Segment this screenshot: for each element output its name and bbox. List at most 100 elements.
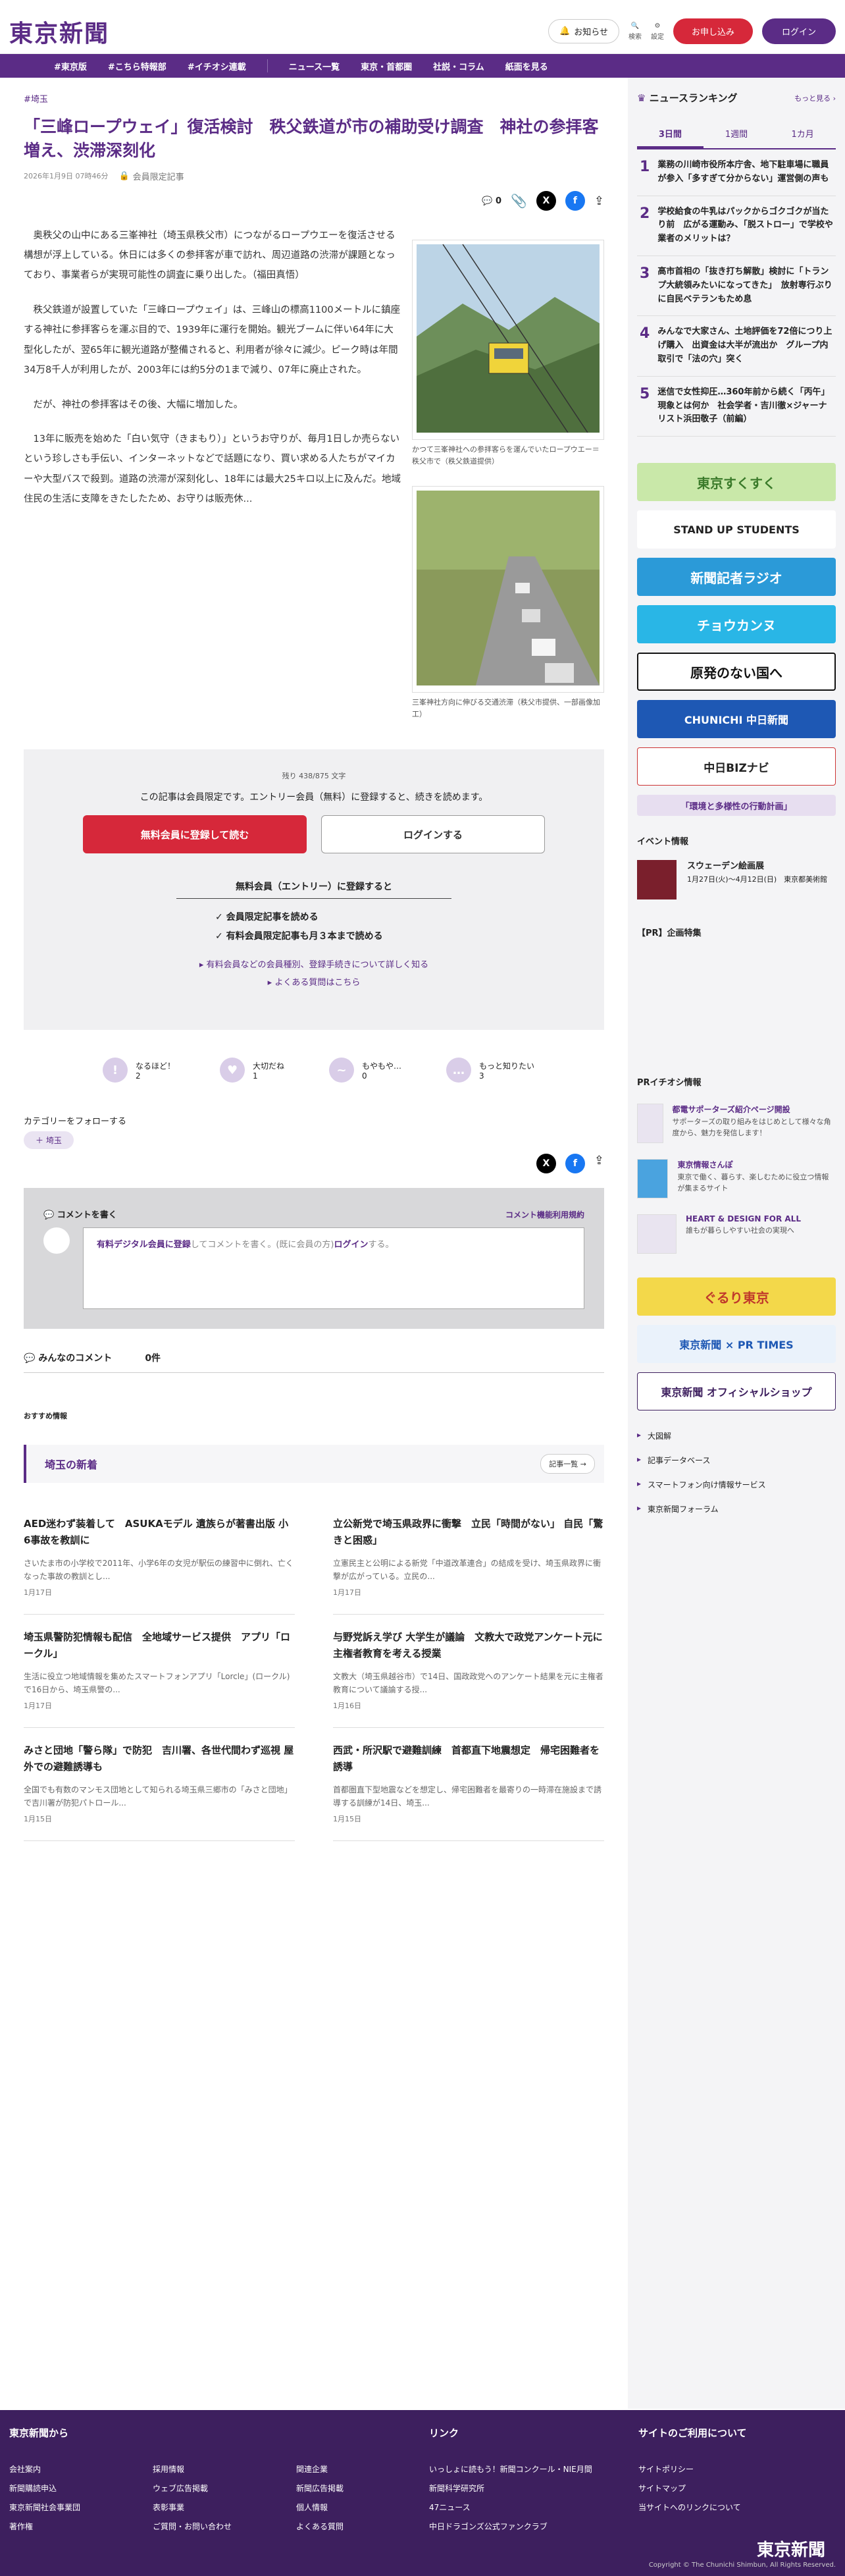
x-share-icon[interactable]: X — [536, 191, 556, 211]
settings-button[interactable]: ⚙ 設定 — [651, 22, 664, 41]
footer-link[interactable]: いっしょに読もう！新聞コンクール・NIE月間 — [429, 2463, 592, 2475]
news-item[interactable]: 立公新党で埼玉県政界に衝撃 立民「時間がない」 自民「驚きと困惑」 立憲民主と公明… — [333, 1501, 604, 1615]
news-item[interactable]: みさと団地「警ら隊」で防犯 吉川署、各世代間わず巡視 屋外での避難誘導も 全国でも… — [24, 1728, 295, 1841]
side-link-daizukai[interactable]: 大図解 — [637, 1424, 836, 1448]
apply-button[interactable]: お申し込み — [673, 18, 753, 44]
share-toolbar: 💬 0 📎 X f ⇪ — [482, 191, 604, 211]
comment-terms-link[interactable]: コメント機能利用規約 — [505, 1209, 584, 1220]
news-item[interactable]: 埼玉県警防犯情報も配信 全地域サービス提供 アプリ「ロークル」 生活に役立つ地域情… — [24, 1615, 295, 1728]
pr-item[interactable]: HEART & DESIGN FOR ALL 誰もが暮らしやすい社会の実現へ — [637, 1214, 836, 1254]
banner-gururi[interactable]: ぐるり東京 — [637, 1277, 836, 1316]
banner-stand-up[interactable]: STAND UP STUDENTS — [637, 510, 836, 549]
footer-link[interactable]: 採用情報 — [153, 2463, 288, 2475]
news-item[interactable]: 西武・所沢駅で避難訓練 首都直下地震想定 帰宅困難者を誘導 首都圏直下型地震などを… — [333, 1728, 604, 1841]
banner-chunichi[interactable]: CHUNICHI 中日新聞 — [637, 700, 836, 739]
x-share-icon[interactable]: X — [536, 1154, 556, 1173]
footer-link[interactable]: ウェブ広告掲載 — [153, 2482, 288, 2494]
tab-3days[interactable]: 3日間 — [637, 121, 704, 148]
nav-metro[interactable]: 東京・首都圏 — [361, 60, 412, 72]
side-link-database[interactable]: 記事データベース — [637, 1448, 836, 1472]
reaction-motto[interactable]: … もっと知りたい 3 — [446, 1058, 534, 1083]
site-logo[interactable]: 東京新聞 — [9, 14, 109, 49]
reaction-naruhodo[interactable]: ! なるほど！ 2 — [103, 1058, 175, 1083]
traffic-photo[interactable] — [412, 486, 604, 693]
footer-link[interactable]: 個人情報 — [296, 2502, 432, 2513]
footer-link[interactable]: 東京新聞社会事業団 — [9, 2502, 145, 2513]
news-item[interactable]: 与野党訴え学び 大学生が議論 文教大で政党アンケート元に主権者教育を考える授業文… — [333, 1615, 604, 1728]
facebook-share-icon[interactable]: f — [565, 191, 585, 211]
comment-header: 💬 コメントを書く — [43, 1210, 117, 1220]
banner-sukusuku[interactable]: 東京すくすく — [637, 463, 836, 502]
clip-icon[interactable]: 📎 — [511, 193, 527, 209]
benefit-title: 無料会員（エントリー）に登録すると — [176, 880, 451, 899]
footer-link[interactable]: 関連企業 — [296, 2463, 432, 2475]
membership-info-link[interactable]: ▸ 有料会員などの会員種別、登録手続きについて詳しく知る — [24, 957, 604, 970]
reaction-moyamoya[interactable]: ~ もやもや… 0 — [329, 1058, 401, 1083]
paywall-message: この記事は会員限定です。エントリー会員（無料）に登録すると、続きを読めます。 — [140, 792, 488, 803]
banner-shop[interactable]: 東京新聞 オフィシャルショップ — [637, 1372, 836, 1411]
side-link-forum[interactable]: 東京新聞フォーラム — [637, 1497, 836, 1521]
facebook-share-icon[interactable]: f — [565, 1154, 585, 1173]
nav-tokuhobu[interactable]: #こちら特報部 — [108, 60, 166, 72]
nav-news-list[interactable]: ニュース一覧 — [289, 60, 340, 72]
comment-input[interactable]: 有料デジタル会員に登録してコメントを書く。(既に会員の方)ログインする。 — [83, 1227, 584, 1309]
notice-button[interactable]: 🔔 お知らせ — [548, 19, 619, 43]
footer-link[interactable]: 新聞広告掲載 — [296, 2482, 432, 2494]
footer-link[interactable]: 新聞購読申込 — [9, 2482, 145, 2494]
faq-link[interactable]: ▸ よくある質問はこちら — [24, 975, 604, 988]
comment-login-link[interactable]: ログイン — [334, 1240, 369, 1250]
ranking-item[interactable]: 3 高市首相の「抜き打ち解散」検討に「トランプ大統領みたいになってきた」 放射専行… — [637, 256, 836, 317]
footer-link[interactable]: 会社案内 — [9, 2463, 145, 2475]
paywall-login-button[interactable]: ログインする — [321, 815, 545, 853]
footer-link[interactable]: 著作権 — [9, 2521, 145, 2532]
banner-genpatsu[interactable]: 原発のない国へ — [637, 653, 836, 691]
footer-link[interactable]: 表彰事業 — [153, 2502, 288, 2513]
banner-prtimes[interactable]: 東京新聞 × PR TIMES — [637, 1325, 836, 1364]
ranking-item[interactable]: 1 業務の川崎市役所本庁舎、地下駐車場に職員が参入「多すぎて分からない」運営側の声… — [637, 149, 836, 196]
footer-link[interactable]: サイトマップ — [638, 2482, 747, 2494]
footer-col-usage: サイトのご利用について サイトポリシー サイトマップ 当サイトへのリンクについて — [638, 2426, 747, 2513]
footer-link[interactable]: 中日ドラゴンズ公式ファンクラブ — [429, 2521, 592, 2532]
banner-biz-navi[interactable]: 中日BIZナビ — [637, 747, 836, 786]
ranking-item[interactable]: 4 みんなで大家さん、土地評価を72倍につり上げ購入 出資金は大半が流出か グルー… — [637, 316, 836, 377]
article-tag[interactable]: #埼玉 — [24, 95, 48, 105]
banner-choukan[interactable]: チョウカンヌ — [637, 605, 836, 644]
ranking-item[interactable]: 5 迷信で女性抑圧…360年前から続く「丙午」現象とは何か 社会学者・吉川徹×ジャ… — [637, 377, 836, 437]
tab-1month[interactable]: 1カ月 — [769, 121, 836, 148]
login-button[interactable]: ログイン — [761, 18, 836, 44]
follow-category-chip[interactable]: ＋ 埼玉 — [24, 1131, 74, 1149]
event-item[interactable]: スウェーデン絵画展 1月27日(火)〜4月12日(日) 東京都美術館 — [637, 860, 836, 900]
news-summary: 立憲民主と公明による新党「中道改革連合」の結成を受け、埼玉県政界に衝撃が広がって… — [333, 1558, 602, 1581]
ranking-item[interactable]: 2 学校給食の牛乳はパックからゴクゴクが当たり前 広がる運動み、「脱ストロー」で学… — [637, 196, 836, 256]
nav-tokyo[interactable]: #東京版 — [54, 60, 87, 72]
footer-link[interactable]: 当サイトへのリンクについて — [638, 2502, 747, 2513]
footer-link[interactable]: よくある質問 — [296, 2521, 432, 2532]
reaction-taisetsu[interactable]: ♥ 大切だね 1 — [220, 1058, 284, 1083]
footer-logo[interactable]: 東京新聞 — [757, 2536, 825, 2561]
comment-placeholder: してコメントを書く。(既に会員の方) — [190, 1240, 334, 1250]
latest-more-button[interactable]: 記事一覧 → — [540, 1454, 595, 1474]
footer-link[interactable]: 新聞科学研究所 — [429, 2482, 592, 2494]
ropeway-photo[interactable] — [412, 240, 604, 440]
banner-kankyo[interactable]: 「環境と多様性の行動計画」 — [637, 795, 836, 817]
nav-ichioshi[interactable]: #イチオシ連載 — [188, 60, 246, 72]
register-button[interactable]: 無料会員に登録して読む — [83, 815, 307, 853]
tab-1week[interactable]: 1週間 — [704, 121, 770, 148]
footer-link[interactable]: 47ニュース — [429, 2502, 592, 2513]
pr-item[interactable]: 都電サポーターズ紹介ページ開設 サポーターズの取り組みをはじめとして様々な角度から… — [637, 1104, 836, 1144]
search-button[interactable]: 🔍 検索 — [628, 22, 642, 41]
news-item[interactable]: AED迷わず装着して ASUKAモデル 遺族らが著書出版 小6事故を教訓に さいた… — [24, 1501, 295, 1615]
nav-paper[interactable]: 紙面を見る — [505, 60, 548, 72]
pr-item[interactable]: 東京情報さんぽ 東京で働く、暮らす、楽しむために役立つ情報が集まるサイト — [637, 1159, 836, 1199]
banner-radio[interactable]: 新聞記者ラジオ — [637, 558, 836, 597]
nav-editorial[interactable]: 社説・コラム — [433, 60, 484, 72]
comment-count[interactable]: 💬 0 — [482, 196, 501, 206]
latest-title: 埼玉の新着 — [45, 1459, 98, 1471]
footer-link[interactable]: サイトポリシー — [638, 2463, 747, 2475]
footer-link[interactable]: ご質問・お問い合わせ — [153, 2521, 288, 2532]
ranking-more-link[interactable]: もっと見る › — [794, 93, 836, 103]
share-icon[interactable]: ⇪ — [594, 1154, 604, 1173]
side-link-smartphone[interactable]: スマートフォン向け情報サービス — [637, 1472, 836, 1497]
register-link[interactable]: 有料デジタル会員に登録 — [97, 1240, 191, 1250]
share-icon[interactable]: ⇪ — [594, 194, 604, 208]
